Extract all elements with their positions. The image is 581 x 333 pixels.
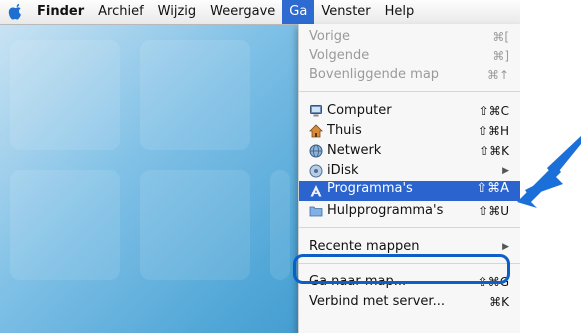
menubar-ga[interactable]: Ga [282, 0, 315, 24]
menubar-wijzig[interactable]: Wijzig [151, 0, 203, 24]
home-icon [309, 124, 323, 138]
menu-item-shortcut: ⇧⌘H [477, 124, 509, 138]
menu-item-label: Thuis [327, 123, 362, 138]
menubar-archief[interactable]: Archief [91, 0, 151, 24]
desktop-pattern [140, 170, 250, 280]
desktop-pattern [10, 40, 120, 150]
menu-item-label: Volgende [309, 48, 370, 63]
menu-item-label: Netwerk [327, 143, 382, 158]
menu-item-vorige[interactable]: Vorige ⌘[ [299, 27, 520, 47]
menu-item-shortcut: ⌘] [492, 49, 509, 63]
menu-item-label: Bovenliggende map [309, 67, 440, 82]
idisk-icon [309, 164, 323, 178]
menu-item-hulpprogrammas[interactable]: Hulpprogramma's ⇧⌘U [299, 201, 520, 221]
menu-item-programmas[interactable]: Programma's ⇧⌘A [299, 181, 520, 201]
menu-item-netwerk[interactable]: Netwerk ⇧⌘K [299, 141, 520, 161]
menu-item-idisk[interactable]: iDisk ▶ [299, 161, 520, 181]
ga-dropdown-menu: Vorige ⌘[ Volgende ⌘] Bovenliggende map … [298, 24, 520, 333]
computer-icon [310, 105, 322, 117]
menu-item-label: Hulpprogramma's [327, 203, 444, 218]
menu-item-shortcut: ⇧⌘C [478, 104, 509, 118]
menu-separator [299, 227, 520, 228]
menubar-help[interactable]: Help [378, 0, 422, 24]
menu-item-label: Verbind met server... [309, 294, 445, 309]
menu-item-computer[interactable]: Computer ⇧⌘C [299, 101, 520, 121]
menu-item-shortcut: ⌘K [489, 295, 509, 309]
applications-icon [310, 185, 322, 197]
menu-item-shortcut: ⇧⌘K [479, 144, 509, 158]
menu-bar: Finder Archief Wijzig Weergave Ga Venste… [0, 0, 520, 25]
pointer-arrow-icon [517, 136, 581, 208]
menu-item-bovenliggende-map[interactable]: Bovenliggende map ⌘↑ [299, 65, 520, 85]
desktop-pattern [140, 40, 250, 150]
desktop-pattern [270, 170, 290, 280]
menu-item-label: Vorige [309, 29, 351, 44]
network-icon [309, 144, 323, 158]
menu-item-label: Computer [327, 103, 392, 118]
highlight-callout-frame [293, 254, 510, 284]
utilities-folder-icon [309, 206, 323, 217]
menu-separator [299, 91, 520, 92]
menu-item-shortcut: ⇧⌘A [476, 181, 509, 196]
menu-item-verbind-met-server[interactable]: Verbind met server... ⌘K [299, 292, 520, 312]
menu-item-shortcut: ⌘[ [492, 30, 509, 44]
menu-item-volgende[interactable]: Volgende ⌘] [299, 46, 520, 66]
menu-item-label: iDisk [327, 163, 359, 178]
menu-item-shortcut: ⌘↑ [486, 68, 509, 82]
menubar-finder[interactable]: Finder [30, 0, 91, 24]
menubar-venster[interactable]: Venster [314, 0, 377, 24]
menu-item-shortcut: ⇧⌘U [478, 204, 509, 218]
apple-menu-icon[interactable] [0, 0, 30, 24]
menubar-weergave[interactable]: Weergave [203, 0, 282, 24]
menu-item-thuis[interactable]: Thuis ⇧⌘H [299, 121, 520, 141]
menu-item-label: Programma's [327, 181, 413, 196]
submenu-arrow-icon: ▶ [502, 166, 509, 176]
desktop-pattern [10, 170, 120, 280]
